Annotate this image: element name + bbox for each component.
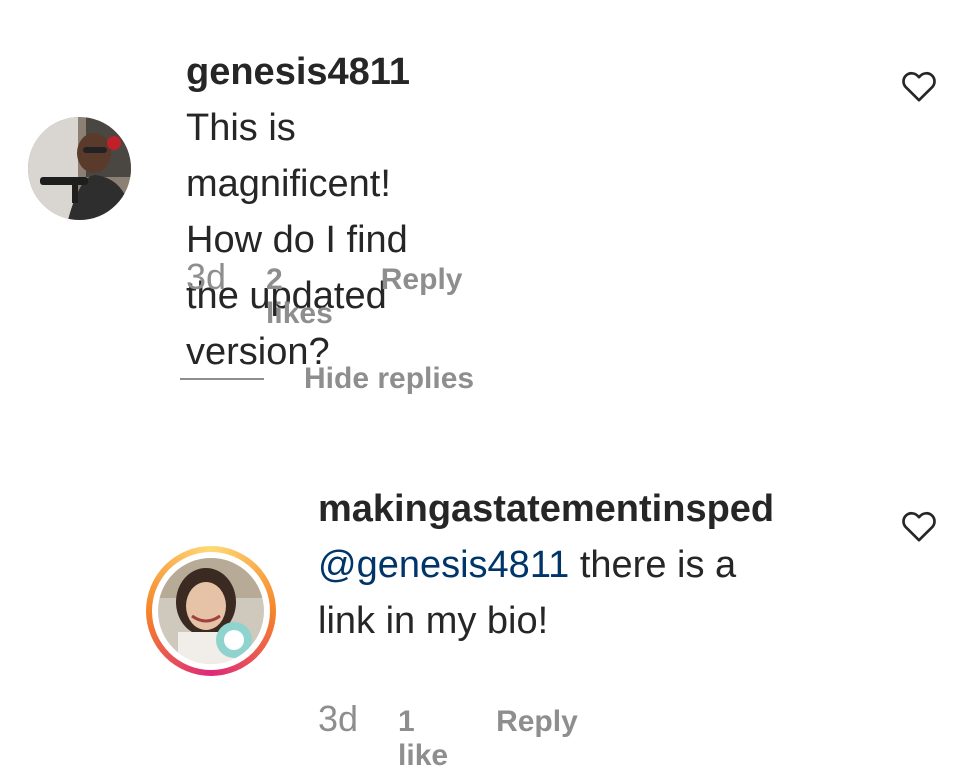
comment-likes-count[interactable]: 2 likes	[266, 263, 333, 331]
comment-body-line-1: This is magnificent!	[186, 107, 391, 205]
heart-outline-icon[interactable]	[899, 506, 939, 546]
reply-timestamp[interactable]: 3d	[318, 698, 358, 740]
avatar-photo	[158, 558, 264, 664]
comment-line-1: genesis4811 This is magnificent!	[186, 44, 410, 212]
reply-body-line-1-rest: there is a	[569, 544, 737, 586]
comment-username[interactable]: genesis4811	[186, 51, 410, 93]
reply-body-line-1: @genesis4811 there is a	[318, 537, 774, 593]
reply-likes-count[interactable]: 1 like	[398, 705, 448, 773]
hide-replies-divider	[180, 378, 264, 380]
comment-timestamp[interactable]: 3d	[186, 256, 226, 298]
comment-meta: 3d 2 likes Reply	[186, 256, 462, 331]
reply-button[interactable]: Reply	[381, 263, 463, 297]
reply-username[interactable]: makingastatementinsped	[318, 481, 774, 537]
avatar[interactable]	[28, 117, 131, 220]
avatar-story-ring[interactable]	[146, 546, 276, 676]
reply-meta: 3d 1 like Reply	[318, 698, 578, 773]
reply-body-line-2: link in my bio!	[318, 600, 549, 642]
heart-outline-icon[interactable]	[899, 66, 939, 106]
avatar-photo	[28, 117, 131, 220]
reply-text: makingastatementinsped @genesis4811 ther…	[318, 481, 774, 649]
reply-reply-button[interactable]: Reply	[496, 705, 578, 739]
reply-mention-link[interactable]: @genesis4811	[318, 544, 569, 586]
hide-replies-label: Hide replies	[304, 362, 475, 395]
hide-replies-button[interactable]: Hide replies	[180, 362, 474, 396]
